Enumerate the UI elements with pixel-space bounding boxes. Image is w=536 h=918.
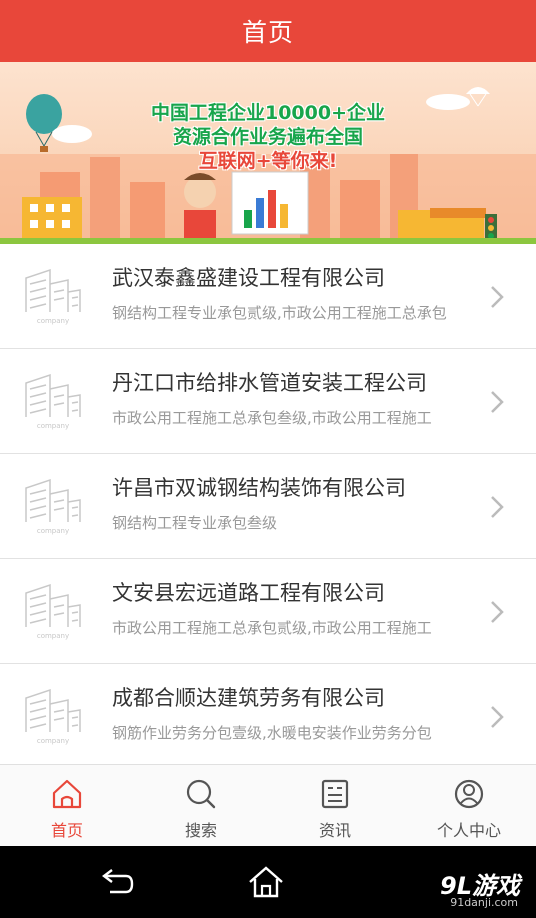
tab-label: 搜索	[184, 821, 217, 840]
svg-text:company: company	[37, 317, 69, 325]
tab-home[interactable]: 首页	[0, 765, 134, 846]
company-list-item[interactable]: company 许昌市双诚钢结构装饰有限公司 钢结构工程专业承包叁级	[0, 454, 536, 559]
company-list-item[interactable]: company 成都合顺达建筑劳务有限公司 钢筋作业劳务分包壹级,水暖电安装作业…	[0, 664, 536, 769]
chevron-right-icon	[491, 706, 504, 728]
company-name: 文安县宏远道路工程有限公司	[112, 581, 385, 605]
company-name: 许昌市双诚钢结构装饰有限公司	[112, 476, 406, 500]
banner-headline-1: 中国工程企业10000+企业	[150, 102, 386, 124]
company-name: 武汉泰鑫盛建设工程有限公司	[112, 266, 385, 290]
svg-text:company: company	[37, 632, 69, 640]
chevron-right-icon	[491, 601, 504, 623]
system-nav-bar: 9L游戏 91danji.com	[0, 846, 536, 918]
tab-label: 个人中心	[436, 821, 501, 840]
chevron-right-icon	[491, 286, 504, 308]
company-qualification: 钢筋作业劳务分包壹级,水暖电安装作业劳务分包	[112, 724, 432, 742]
tab-label: 资讯	[318, 821, 351, 840]
search-icon	[186, 779, 216, 809]
page-title: 首页	[241, 18, 294, 47]
company-qualification: 市政公用工程施工总承包贰级,市政公用工程施工	[112, 619, 432, 637]
svg-text:company: company	[37, 737, 69, 745]
company-qualification: 钢结构工程专业承包贰级,市政公用工程施工总承包	[112, 304, 447, 322]
tab-label: 首页	[50, 821, 83, 840]
svg-text:company: company	[37, 527, 69, 535]
company-name: 丹江口市给排水管道安装工程公司	[112, 371, 427, 395]
app-root: 首页 中国工程企业10000+企业 资源合作业务遍布全国 互联网+等你来! co…	[0, 0, 536, 918]
home-icon	[52, 779, 82, 809]
company-list-item[interactable]: company 丹江口市给排水管道安装工程公司 市政公用工程施工总承包叁级,市政…	[0, 349, 536, 454]
watermark-url: 91danji.com	[450, 896, 518, 909]
tab-profile[interactable]: 个人中心	[402, 765, 536, 846]
company-list: company 武汉泰鑫盛建设工程有限公司 钢结构工程专业承包贰级,市政公用工程…	[0, 244, 536, 769]
home-button-icon[interactable]	[246, 864, 286, 900]
user-icon	[454, 779, 484, 809]
bottom-tab-bar: 首页 搜索 资讯 个人中心	[0, 764, 536, 846]
company-logo-icon: company	[25, 373, 81, 430]
company-logo-icon: company	[25, 688, 81, 745]
company-logo-icon: company	[25, 268, 81, 325]
banner-headline-2: 资源合作业务遍布全国	[172, 126, 363, 148]
chevron-right-icon	[491, 391, 504, 413]
promo-banner[interactable]: 中国工程企业10000+企业 资源合作业务遍布全国 互联网+等你来!	[0, 62, 536, 244]
company-logo-icon: company	[25, 583, 81, 640]
company-logo-icon: company	[25, 478, 81, 535]
company-name: 成都合顺达建筑劳务有限公司	[112, 686, 385, 710]
top-bar: 首页	[0, 0, 536, 62]
company-qualification: 市政公用工程施工总承包叁级,市政公用工程施工	[112, 409, 432, 427]
company-list-item[interactable]: company 武汉泰鑫盛建设工程有限公司 钢结构工程专业承包贰级,市政公用工程…	[0, 244, 536, 349]
company-qualification: 钢结构工程专业承包叁级	[112, 514, 278, 532]
tab-search[interactable]: 搜索	[134, 765, 268, 846]
tab-news[interactable]: 资讯	[268, 765, 402, 846]
news-icon	[321, 779, 349, 809]
back-icon[interactable]	[96, 864, 136, 900]
banner-headline-3: 互联网+等你来!	[198, 150, 338, 172]
company-list-item[interactable]: company 文安县宏远道路工程有限公司 市政公用工程施工总承包贰级,市政公用…	[0, 559, 536, 664]
chevron-right-icon	[491, 496, 504, 518]
svg-text:company: company	[37, 422, 69, 430]
